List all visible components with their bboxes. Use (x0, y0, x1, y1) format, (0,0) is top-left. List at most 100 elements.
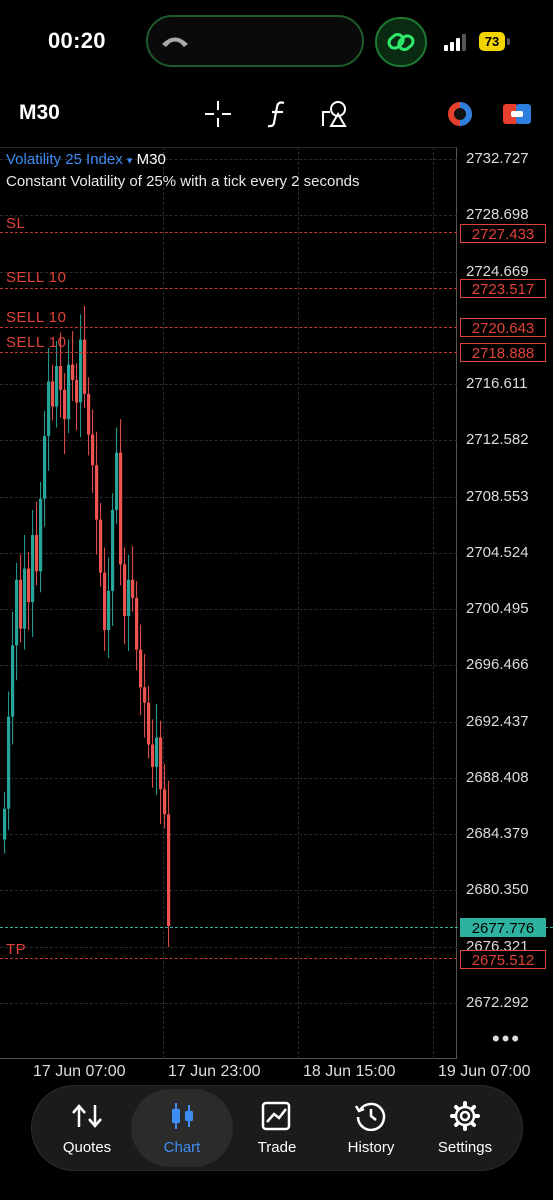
candle-body (123, 564, 127, 617)
nav-history[interactable]: History (323, 1085, 419, 1171)
battery-icon: 73 (479, 32, 505, 51)
sell-line-2 (0, 327, 457, 328)
price-axis-label: 2684.379 (466, 825, 529, 843)
candle-body (151, 744, 155, 767)
candle-body (43, 435, 47, 499)
candle-body (167, 814, 171, 927)
candle-body (47, 381, 51, 436)
candle-body (127, 579, 131, 617)
price-axis-label: 2680.350 (466, 881, 529, 899)
sell-line-1 (0, 288, 457, 289)
candle-body (39, 498, 43, 572)
nav-quotes[interactable]: Quotes (39, 1085, 135, 1171)
candle-body (163, 789, 167, 815)
call-pill[interactable] (146, 15, 364, 67)
price-axis-label: 2724.669 (466, 262, 529, 280)
candle-body (103, 572, 107, 631)
price-axis-label: 2696.466 (466, 656, 529, 674)
sell-label-3: SELL 10 (6, 334, 67, 351)
trade-mode-icon[interactable] (445, 100, 475, 128)
candle-body (11, 645, 15, 717)
candle-body (155, 737, 159, 767)
nav-quotes-label: Quotes (62, 1139, 112, 1156)
candle-body (115, 452, 119, 510)
signal-icon (444, 34, 466, 51)
candlestick-icon (172, 1103, 193, 1129)
candle-body (87, 393, 91, 435)
candle-body (15, 579, 19, 646)
candle-body (83, 339, 87, 394)
crosshair-icon[interactable] (203, 99, 233, 129)
candle-body (63, 389, 67, 420)
nav-settings-label: Settings (437, 1139, 493, 1156)
candle-body (159, 737, 163, 790)
candle-body (95, 465, 99, 520)
nav-history-label: History (347, 1139, 395, 1156)
candle-body (27, 568, 31, 603)
price-axis-label: 2672.292 (466, 994, 529, 1011)
timeframe-button[interactable]: M30 (19, 101, 60, 125)
candle-body (91, 434, 95, 466)
nav-settings[interactable]: Settings (417, 1085, 513, 1171)
symbol-timeframe: M30 (136, 151, 166, 168)
price-axis-label: 2712.582 (466, 431, 529, 449)
history-clock-icon (354, 1102, 386, 1131)
chart-symbol[interactable]: Volatility 25 Index ▾ M30 (6, 151, 166, 168)
objects-icon[interactable] (320, 98, 352, 130)
symbol-name[interactable]: Volatility 25 Index (6, 151, 123, 168)
tp-line (0, 958, 457, 959)
candle-body (79, 339, 83, 403)
candle-body (51, 381, 55, 407)
time-label: 17 Jun 07:00 (33, 1063, 126, 1080)
candle-body (75, 380, 79, 403)
price-axis-label: 2704.524 (466, 543, 529, 561)
battery-tip (507, 38, 510, 45)
price-axis-label: 2700.495 (466, 600, 529, 618)
color-scheme-icon[interactable] (502, 101, 532, 127)
sell-price-1: 2723.517 (460, 279, 546, 298)
more-button[interactable]: ••• (492, 1026, 521, 1052)
candle-body (143, 687, 147, 703)
price-axis-label: 2716.611 (466, 375, 528, 393)
price-axis-label: 2708.553 (466, 487, 529, 505)
time-label: 19 Jun 07:00 (438, 1063, 531, 1080)
tp-label: TP (6, 941, 27, 958)
sell-price-3: 2718.888 (460, 343, 546, 362)
candle-body (107, 590, 111, 631)
candle-body (19, 579, 23, 629)
price-axis-label: 2732.727 (466, 150, 529, 167)
link-pill[interactable] (375, 17, 427, 67)
time-label: 18 Jun 15:00 (303, 1063, 396, 1080)
sell-line-3 (0, 352, 457, 353)
candle-body (67, 364, 71, 420)
candle-body (139, 649, 143, 688)
phone-hangup-icon (162, 37, 188, 47)
candle-body (99, 519, 103, 573)
link-icon (387, 33, 415, 51)
quotes-arrows-icon (72, 1104, 102, 1128)
tp-price: 2675.512 (460, 950, 546, 969)
candle-body (131, 579, 135, 598)
sl-price: 2727.433 (460, 224, 546, 243)
current-price: 2677.776 (460, 918, 546, 937)
price-axis-label: 2728.698 (466, 206, 529, 224)
symbol-caret[interactable]: ▾ (127, 155, 133, 167)
nav-chart[interactable]: Chart (134, 1085, 230, 1171)
gear-icon (450, 1101, 480, 1131)
nav-chart-label: Chart (163, 1139, 201, 1156)
nav-trade[interactable]: Trade (229, 1085, 325, 1171)
sl-line (0, 232, 457, 233)
candlestick-series (3, 306, 171, 948)
candle-body (59, 366, 63, 390)
candle-body (71, 364, 75, 381)
price-axis-label: 2692.437 (466, 712, 529, 730)
indicator-f-icon[interactable] (264, 99, 290, 129)
candle-body (31, 535, 35, 603)
time-label: 17 Jun 23:00 (168, 1063, 261, 1080)
candle-body (35, 535, 39, 572)
sell-price-2: 2720.643 (460, 318, 546, 337)
candle-body (111, 509, 115, 591)
sl-label: SL (6, 215, 26, 232)
candle-body (3, 808, 7, 840)
status-time: 00:20 (48, 28, 106, 53)
